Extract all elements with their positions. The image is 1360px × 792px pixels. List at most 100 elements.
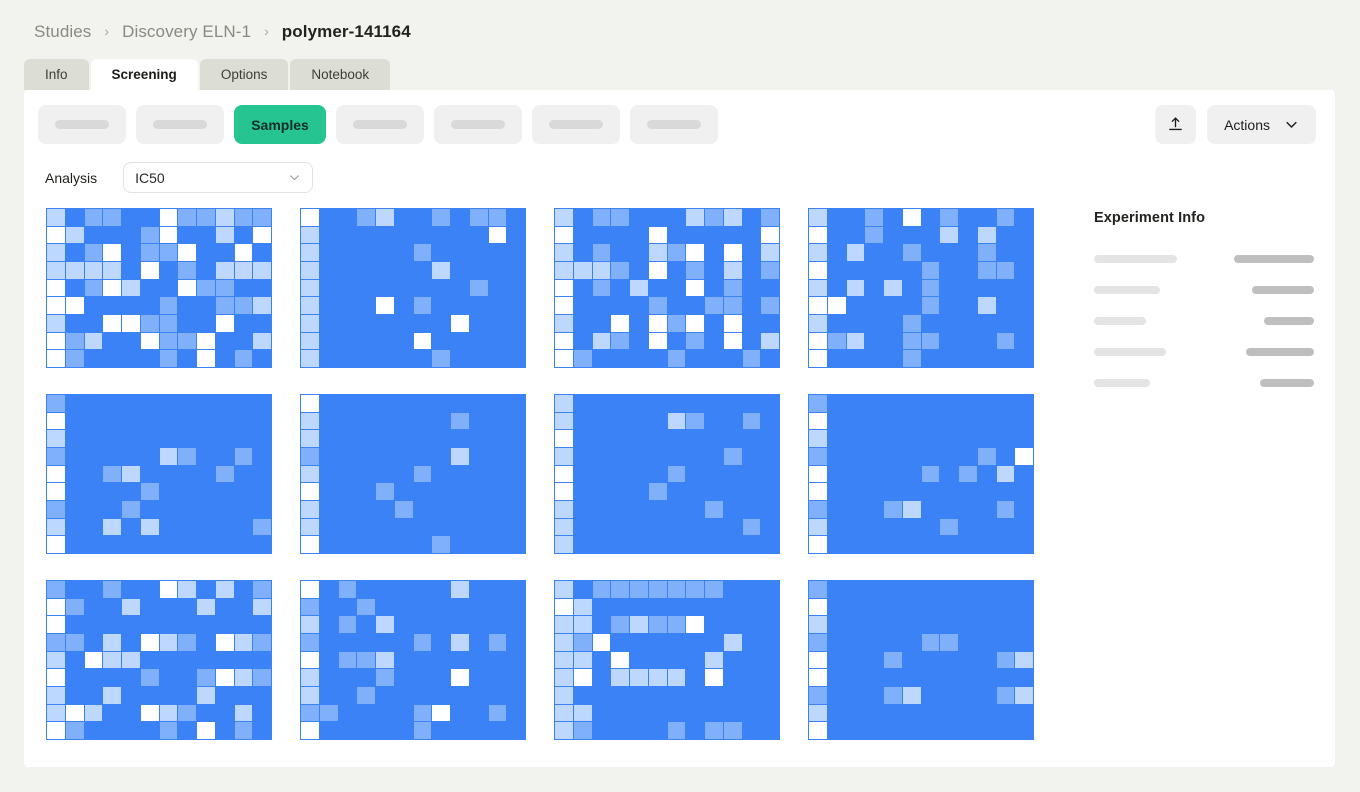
plate-well[interactable] <box>432 704 450 722</box>
plate-well[interactable] <box>338 350 357 367</box>
plate-well[interactable] <box>338 651 357 669</box>
plate-well[interactable] <box>413 297 432 314</box>
plate-well[interactable] <box>827 332 846 350</box>
toolbar-button-2[interactable] <box>136 105 224 144</box>
plate-well[interactable] <box>159 722 178 739</box>
plate-well[interactable] <box>648 704 667 722</box>
plate-well[interactable] <box>357 518 375 536</box>
plate-well[interactable] <box>573 483 592 500</box>
plate-well[interactable] <box>103 722 121 739</box>
plate-well[interactable] <box>705 500 723 518</box>
plate-well[interactable] <box>959 651 977 669</box>
plate-well[interactable] <box>451 465 469 483</box>
plate-well[interactable] <box>742 483 761 500</box>
plate-well[interactable] <box>301 500 319 518</box>
plate-well[interactable] <box>394 686 413 704</box>
plate-well[interactable] <box>215 686 234 704</box>
plate-well[interactable] <box>686 395 704 412</box>
plate-well[interactable] <box>592 598 611 616</box>
plate-well[interactable] <box>827 616 846 633</box>
plate-well[interactable] <box>630 332 648 350</box>
plate-well[interactable] <box>846 447 865 465</box>
plate-well[interactable] <box>809 314 827 332</box>
plate-well[interactable] <box>103 704 121 722</box>
plate-well[interactable] <box>742 447 761 465</box>
plate-well[interactable] <box>959 412 977 430</box>
plate-well[interactable] <box>451 395 469 412</box>
plate-well[interactable] <box>977 483 996 500</box>
plate-well[interactable] <box>705 686 723 704</box>
plate-well[interactable] <box>253 297 271 314</box>
plate-well[interactable] <box>215 395 234 412</box>
plate-well[interactable] <box>723 332 742 350</box>
plate-well[interactable] <box>884 704 902 722</box>
plate-well[interactable] <box>159 412 178 430</box>
plate-well[interactable] <box>648 581 667 598</box>
plate-well[interactable] <box>319 633 338 651</box>
plate-well[interactable] <box>865 669 883 686</box>
plate-well[interactable] <box>742 616 761 633</box>
plate-well[interactable] <box>648 244 667 261</box>
plate-well[interactable] <box>667 209 686 226</box>
plate-well[interactable] <box>742 395 761 412</box>
plate-well[interactable] <box>197 314 215 332</box>
plate-well[interactable] <box>742 704 761 722</box>
plate-well[interactable] <box>865 536 883 553</box>
plate-well[interactable] <box>1015 261 1033 279</box>
plate-well[interactable] <box>47 651 65 669</box>
plate-well[interactable] <box>884 332 902 350</box>
plate-well[interactable] <box>338 518 357 536</box>
plate-well[interactable] <box>761 722 779 739</box>
plate-well[interactable] <box>197 244 215 261</box>
plate-well[interactable] <box>573 226 592 244</box>
plate-well[interactable] <box>573 244 592 261</box>
plate-well[interactable] <box>84 261 103 279</box>
plate-well[interactable] <box>611 279 629 297</box>
plate-well[interactable] <box>742 209 761 226</box>
plate-well[interactable] <box>253 686 271 704</box>
plate-well[interactable] <box>197 395 215 412</box>
plate-well[interactable] <box>376 297 394 314</box>
plate-well[interactable] <box>488 279 507 297</box>
plate-well[interactable] <box>47 633 65 651</box>
plate-well[interactable] <box>234 447 253 465</box>
plate-well[interactable] <box>884 616 902 633</box>
plate-well[interactable] <box>742 598 761 616</box>
plate-well[interactable] <box>865 447 883 465</box>
plate-well[interactable] <box>122 669 140 686</box>
plate-well[interactable] <box>884 722 902 739</box>
plate-well[interactable] <box>253 350 271 367</box>
plate-well[interactable] <box>921 350 940 367</box>
plate-well[interactable] <box>432 616 450 633</box>
plate-well[interactable] <box>122 297 140 314</box>
plate-well[interactable] <box>122 483 140 500</box>
plate-well[interactable] <box>884 581 902 598</box>
plate-well[interactable] <box>865 483 883 500</box>
plate-well[interactable] <box>723 412 742 430</box>
plate-well[interactable] <box>959 350 977 367</box>
plate-well[interactable] <box>488 209 507 226</box>
plate-well[interactable] <box>809 616 827 633</box>
plate-well[interactable] <box>103 297 121 314</box>
plate-well[interactable] <box>507 465 525 483</box>
plate-well[interactable] <box>996 261 1015 279</box>
plate-well[interactable] <box>705 465 723 483</box>
plate-well[interactable] <box>338 430 357 447</box>
plate-well[interactable] <box>809 279 827 297</box>
plate-well[interactable] <box>215 244 234 261</box>
plate-well[interactable] <box>338 616 357 633</box>
plate-well[interactable] <box>611 669 629 686</box>
plate-well[interactable] <box>996 616 1015 633</box>
plate-well[interactable] <box>122 686 140 704</box>
plate-well[interactable] <box>705 314 723 332</box>
plate-well[interactable] <box>338 500 357 518</box>
plate-well[interactable] <box>940 651 958 669</box>
plate-well[interactable] <box>555 651 573 669</box>
plate-well[interactable] <box>723 395 742 412</box>
plate-well[interactable] <box>827 536 846 553</box>
plate-well[interactable] <box>413 722 432 739</box>
plate-well[interactable] <box>178 332 196 350</box>
plate-well[interactable] <box>103 430 121 447</box>
plate-well[interactable] <box>159 669 178 686</box>
plate-well[interactable] <box>234 483 253 500</box>
